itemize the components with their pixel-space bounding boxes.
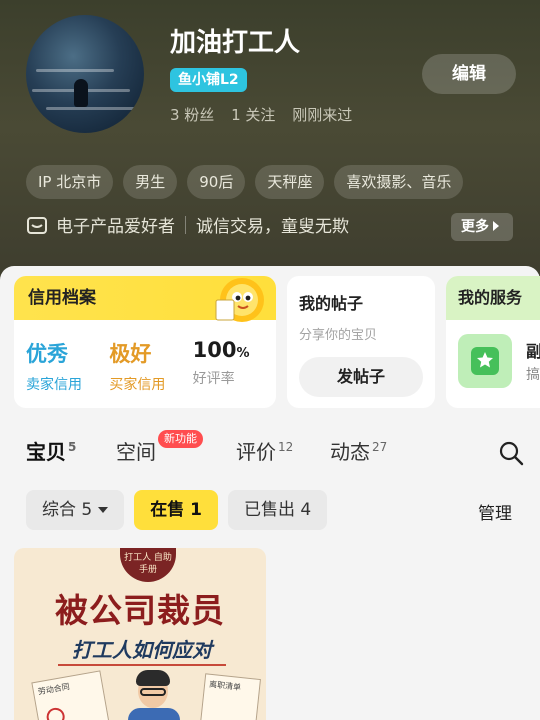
- services-card-title: 我的服务: [446, 276, 540, 320]
- more-label: 更多: [461, 219, 489, 235]
- service-item-title: 副: [526, 342, 540, 361]
- product-cover-title: 被公司裁员: [55, 591, 225, 630]
- credit-card-header: 信用档案: [14, 276, 276, 322]
- filter-sold[interactable]: 已售出 4: [227, 490, 328, 530]
- service-item-desc: 搞: [526, 367, 540, 383]
- credit-card-title: 信用档案: [28, 288, 96, 308]
- buyer-credit: 极好 买家信用: [109, 342, 166, 393]
- level-badge[interactable]: 鱼小铺L2: [170, 68, 247, 92]
- active-tab-indicator: [26, 464, 72, 470]
- filter-sort[interactable]: 综合 5: [26, 490, 125, 530]
- filter-on-sale[interactable]: 在售 1: [134, 490, 218, 530]
- following-count[interactable]: 1 关注: [231, 106, 275, 124]
- tab-space[interactable]: 空间: [116, 436, 156, 465]
- tag-location[interactable]: IP 北京市: [26, 165, 114, 199]
- caret-down-icon: [98, 507, 109, 513]
- product-seal: 打工人 自助手册: [120, 548, 176, 582]
- profile-header: 加油打工人 鱼小铺L2 3 粉丝 1 关注 刚刚来过 编辑 IP 北京市 男生 …: [0, 0, 540, 282]
- tag-zodiac[interactable]: 天秤座: [255, 165, 325, 199]
- checklist-paper: 离职清单: [199, 673, 261, 720]
- content-tabs: 宝贝 5 空间 新功能 评价 12 动态 27: [26, 430, 526, 476]
- last-seen: 刚刚来过: [292, 106, 353, 124]
- new-post-button[interactable]: 发帖子: [299, 357, 423, 397]
- shop-icon: [27, 216, 47, 234]
- services-card[interactable]: 我的服务 副 搞: [446, 276, 540, 408]
- posts-card[interactable]: 我的帖子 分享你的宝贝 发帖子: [287, 276, 435, 408]
- stamp-icon: [45, 706, 67, 720]
- star-badge-icon: [458, 334, 512, 388]
- filter-chips: 综合 5 在售 1 已售出 4: [26, 490, 328, 530]
- product-cover-subtitle: 打工人如何应对: [58, 634, 226, 666]
- avatar-figure: [74, 79, 88, 107]
- credit-card[interactable]: 信用档案 优秀 卖家信用 极好 买家信用 100% 好评率: [14, 276, 276, 408]
- bio-divider: [185, 215, 186, 234]
- credit-stats: 优秀 卖家信用 极好 买家信用 100% 好评率: [14, 320, 276, 394]
- seller-credit: 优秀 卖家信用: [26, 342, 82, 393]
- posts-card-title: 我的帖子: [299, 294, 364, 313]
- fans-count[interactable]: 3 粉丝: [170, 106, 214, 124]
- tag-hobby[interactable]: 喜欢摄影、音乐: [334, 165, 464, 199]
- edit-profile-button[interactable]: 编辑: [422, 54, 516, 94]
- tag-gender[interactable]: 男生: [123, 165, 178, 199]
- contract-paper: 劳动合同: [31, 670, 111, 720]
- more-button[interactable]: 更多: [451, 213, 513, 241]
- search-icon[interactable]: [498, 440, 524, 466]
- manage-button[interactable]: 管理: [478, 499, 512, 524]
- tag-age[interactable]: 90后: [187, 165, 246, 199]
- posts-card-subtitle: 分享你的宝贝: [299, 328, 378, 343]
- bio-text: 诚信交易，童叟无欺: [196, 217, 349, 237]
- avatar[interactable]: [26, 15, 144, 133]
- tab-reviews[interactable]: 评价 12: [236, 436, 293, 465]
- caret-right-icon: [493, 221, 499, 231]
- username: 加油打工人: [170, 28, 301, 58]
- bio-role: 电子产品爱好者: [56, 217, 175, 237]
- product-card[interactable]: 打工人 自助手册 被公司裁员 打工人如何应对 劳动合同 离职清单: [14, 548, 266, 720]
- profile-tags: IP 北京市 男生 90后 天秤座 喜欢摄影、音乐: [26, 165, 464, 199]
- tab-items[interactable]: 宝贝 5: [26, 436, 76, 470]
- person-illustration: [126, 668, 182, 720]
- star-icon: [477, 352, 493, 368]
- mascot-icon: [215, 278, 264, 322]
- tab-activity[interactable]: 动态 27: [330, 436, 387, 465]
- new-feature-badge: 新功能: [158, 430, 203, 448]
- profile-stats: 3 粉丝 1 关注 刚刚来过: [170, 104, 364, 125]
- positive-rate: 100% 好评率: [192, 338, 250, 387]
- profile-bio: 电子产品爱好者 诚信交易，童叟无欺: [26, 212, 349, 237]
